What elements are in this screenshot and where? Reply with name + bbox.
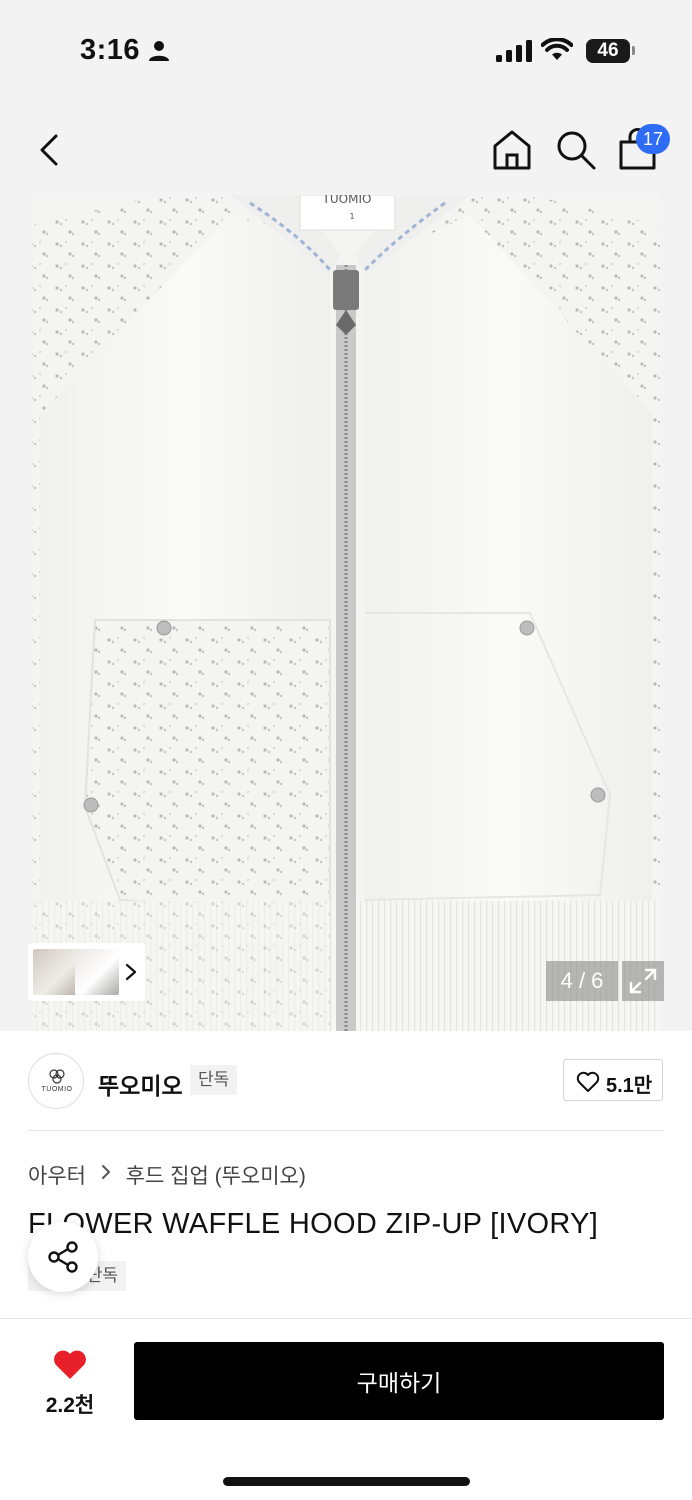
brand-logo-text: TUOMIO (41, 1086, 73, 1093)
breadcrumb-item-outer[interactable]: 아우터 (28, 1160, 86, 1190)
exclusive-tag: 단독 (190, 1065, 238, 1095)
buy-button[interactable]: 구매하기 (134, 1342, 664, 1420)
brand-like-count: 5.1만 (606, 1075, 653, 1097)
back-icon[interactable] (30, 128, 70, 172)
expand-icon (629, 968, 657, 994)
product-image-gallery[interactable]: TUOMIO 1 4 / 6 (0, 195, 692, 1031)
garment-label: TUOMIO (322, 195, 372, 206)
product-photo: TUOMIO 1 (32, 195, 660, 1031)
breadcrumb-item-hood-zipup[interactable]: 후드 집업 (뚜오미오) (126, 1160, 306, 1190)
thumbnail-1[interactable] (33, 949, 77, 995)
status-bar: 3:16 46 (0, 0, 692, 100)
navigation-bar: 17 (0, 100, 692, 195)
section-divider (28, 1130, 664, 1131)
thumbnail-2[interactable] (75, 949, 119, 995)
wishlist-button[interactable]: 2.2천 (30, 1347, 110, 1417)
wishlist-count: 2.2천 (45, 1394, 95, 1417)
home-icon[interactable] (490, 128, 534, 172)
breadcrumb: 아우터 후드 집업 (뚜오미오) (28, 1160, 306, 1190)
brand-row: TUOMIO 뚜오미오 단독 5.1만 (0, 1031, 692, 1131)
home-indicator (223, 1477, 470, 1486)
cart-count-badge: 17 (636, 124, 670, 154)
product-title: FLOWER WAFFLE HOOD ZIP-UP [IVORY] (28, 1208, 599, 1240)
bottom-action-bar: 2.2천 구매하기 (0, 1318, 692, 1500)
thumbnail-strip[interactable] (28, 943, 145, 1001)
status-time: 3:16 (80, 34, 141, 66)
heart-filled-icon (54, 1350, 86, 1379)
share-icon (48, 1241, 78, 1273)
image-counter: 4 / 6 (546, 961, 618, 1001)
cellular-signal-icon (496, 40, 532, 62)
chevron-right-icon (101, 1164, 110, 1179)
battery-cap (632, 46, 635, 55)
search-icon[interactable] (554, 128, 598, 172)
wifi-icon (541, 38, 573, 60)
fullscreen-button[interactable] (622, 961, 664, 1001)
garment-size: 1 (349, 212, 354, 221)
brand-like-button[interactable]: 5.1만 (563, 1059, 663, 1101)
brand-logo[interactable]: TUOMIO (28, 1053, 84, 1109)
share-button[interactable] (28, 1222, 98, 1292)
battery-indicator: 46 (586, 39, 630, 63)
chevron-right-icon (125, 963, 137, 981)
heart-outline-icon (576, 1071, 600, 1092)
person-icon (149, 41, 169, 61)
brand-name[interactable]: 뚜오미오 (98, 1067, 183, 1101)
